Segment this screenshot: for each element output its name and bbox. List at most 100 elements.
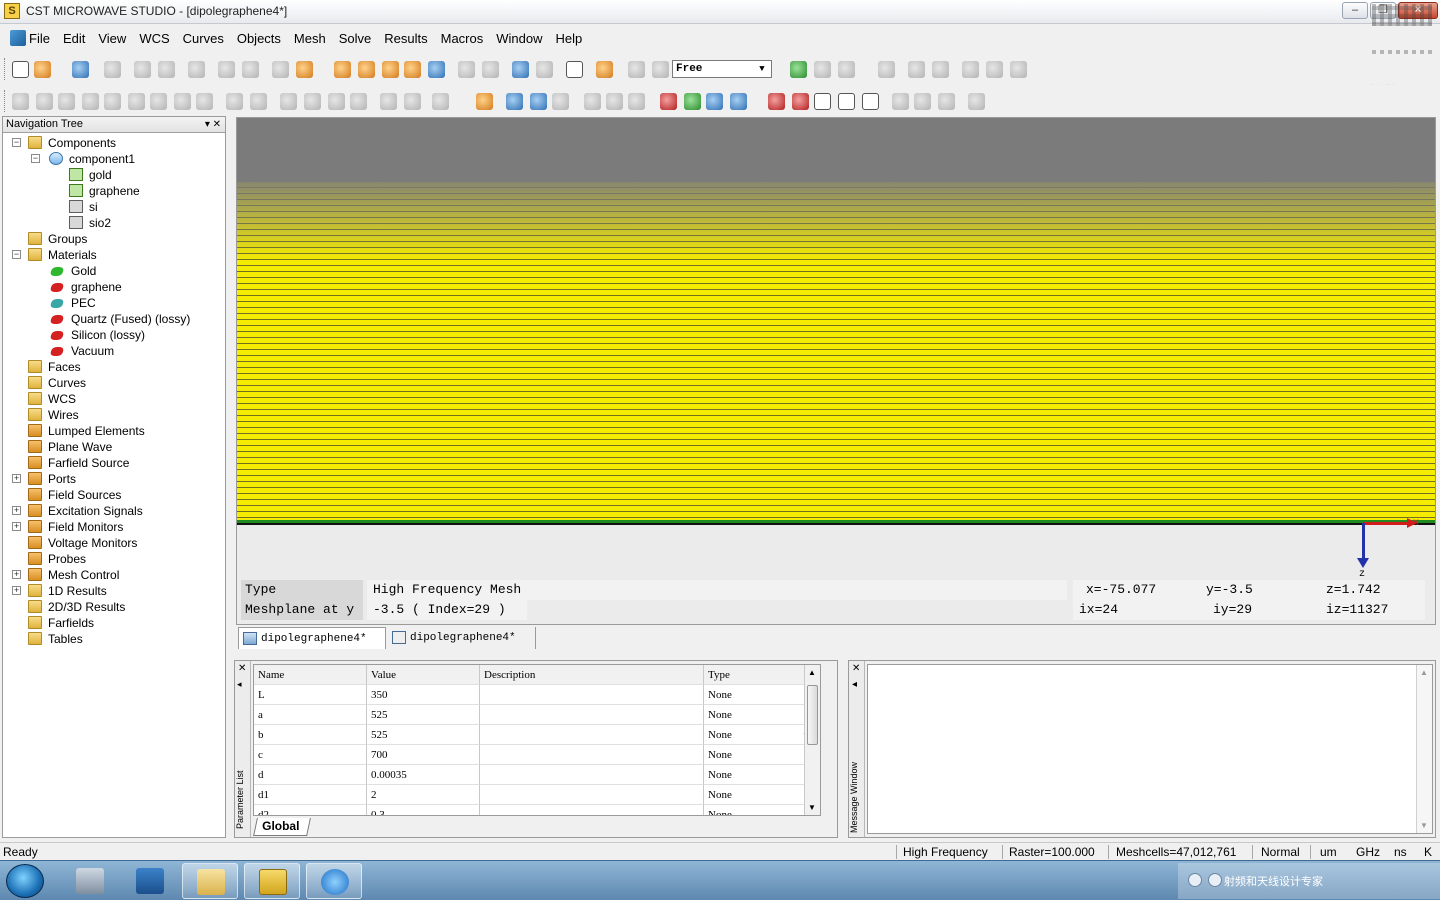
tree-item-mesh-control[interactable]: + Mesh Control [3, 567, 223, 583]
message-output[interactable]: ▲ ▼ [867, 664, 1433, 834]
macro-icon[interactable] [272, 61, 289, 78]
column-header[interactable]: Value [367, 665, 480, 685]
mesh-generate-icon[interactable] [838, 61, 855, 78]
probe-icon[interactable] [584, 93, 601, 110]
table-cell-value[interactable]: 2 [367, 785, 480, 805]
copy-icon[interactable] [188, 61, 205, 78]
menu-mesh[interactable]: Mesh [293, 31, 327, 46]
arrow-alt-icon[interactable] [932, 61, 949, 78]
expand-icon[interactable]: + [12, 570, 21, 579]
menu-edit[interactable]: Edit [62, 31, 86, 46]
tree-item-si[interactable]: si [3, 199, 223, 215]
save-icon[interactable] [72, 61, 89, 78]
open-folder-icon[interactable] [34, 61, 51, 78]
mesh-settings-icon[interactable] [814, 61, 831, 78]
tree-item-field-sources[interactable]: Field Sources [3, 487, 223, 503]
menu-results[interactable]: Results [383, 31, 428, 46]
rectangle-icon[interactable] [862, 93, 879, 110]
rotate-view-icon[interactable] [334, 61, 351, 78]
mode-select[interactable]: Free ▼ [672, 60, 772, 78]
tree-item-plane-wave[interactable]: Plane Wave [3, 439, 223, 455]
tree-item-lumped-elements[interactable]: Lumped Elements [3, 423, 223, 439]
expand-icon[interactable]: + [12, 586, 21, 595]
close-icon[interactable]: ✕ [852, 663, 860, 674]
viewport-3d[interactable]: x z Type High Frequency Mesh Meshplane a… [236, 117, 1436, 625]
excitation-icon[interactable] [628, 93, 645, 110]
boolean-add-icon[interactable] [226, 93, 243, 110]
align-icon[interactable] [380, 93, 397, 110]
menu-view[interactable]: View [97, 31, 127, 46]
grid-icon[interactable] [536, 61, 553, 78]
ruler-icon[interactable] [476, 93, 493, 110]
tree-item-farfields[interactable]: Farfields [3, 615, 223, 631]
table-cell-value[interactable]: 0.3 [367, 805, 480, 815]
document-icon[interactable] [10, 30, 26, 46]
tab-3d-view[interactable]: dipolegraphene4* [238, 627, 386, 649]
taskbar-app-browser[interactable] [306, 863, 362, 899]
close-icon[interactable]: ✕ [238, 663, 246, 674]
tree-item-gold[interactable]: Gold [3, 263, 223, 279]
tree-item-probes[interactable]: Probes [3, 551, 223, 567]
view-options-icon[interactable] [482, 61, 499, 78]
toolbar-grip[interactable] [4, 90, 7, 112]
monitor-icon[interactable] [606, 93, 623, 110]
tree-item-voltage-monitors[interactable]: Voltage Monitors [3, 535, 223, 551]
table-cell-name[interactable]: d1 [254, 785, 367, 805]
port-icon[interactable] [506, 93, 523, 110]
tree-item-wires[interactable]: Wires [3, 407, 223, 423]
tab-schematic[interactable]: dipolegraphene4* [388, 627, 536, 649]
bend-icon[interactable] [196, 93, 213, 110]
zoom-icon[interactable] [404, 61, 421, 78]
menu-help[interactable]: Help [554, 31, 583, 46]
table-cell-desc[interactable] [480, 765, 704, 785]
select-mode-icon[interactable] [512, 61, 529, 78]
history-icon[interactable] [158, 61, 175, 78]
torus-icon[interactable] [104, 93, 121, 110]
tree-item-vacuum[interactable]: Vacuum [3, 343, 223, 359]
undo-icon[interactable] [218, 61, 235, 78]
brick-icon[interactable] [12, 93, 29, 110]
wcs-icon[interactable] [432, 93, 449, 110]
mesh-view-icon[interactable] [790, 61, 807, 78]
print-icon[interactable] [104, 61, 121, 78]
scrollbar-thumb[interactable] [807, 685, 818, 745]
tree-item-pec[interactable]: PEC [3, 295, 223, 311]
scroll-down-icon[interactable]: ▼ [1420, 821, 1428, 830]
toolbar-grip[interactable] [4, 58, 7, 80]
tree-item-gold[interactable]: gold [3, 167, 223, 183]
circle-icon[interactable] [814, 93, 831, 110]
table-cell-desc[interactable] [480, 805, 704, 815]
expand-icon[interactable]: + [12, 522, 21, 531]
arc-icon[interactable] [838, 93, 855, 110]
pin-icon[interactable]: ◂ [852, 679, 857, 690]
collapse-icon[interactable]: − [12, 250, 21, 259]
table-cell-name[interactable]: b [254, 725, 367, 745]
table-cell-value[interactable]: 525 [367, 705, 480, 725]
menu-objects[interactable]: Objects [236, 31, 282, 46]
table-cell-desc[interactable] [480, 725, 704, 745]
chevron-down-icon[interactable]: ▼ [755, 62, 769, 76]
menu-solve[interactable]: Solve [338, 31, 373, 46]
pick-center-icon[interactable] [350, 93, 367, 110]
tree-item-field-monitors[interactable]: + Field Monitors [3, 519, 223, 535]
tree-item-faces[interactable]: Faces [3, 359, 223, 375]
scroll-up-icon[interactable]: ▲ [1420, 668, 1428, 677]
table-cell-desc[interactable] [480, 705, 704, 725]
tree-item-component1[interactable]: − component1 [3, 151, 223, 167]
arrow-icon[interactable] [908, 61, 925, 78]
spline-icon[interactable] [892, 93, 909, 110]
tree-item-1d-results[interactable]: +1D Results [3, 583, 223, 599]
fit-icon[interactable] [986, 61, 1003, 78]
spin-icon[interactable] [358, 61, 375, 78]
boundary-icon[interactable] [552, 93, 569, 110]
taskbar-app-explorer[interactable] [182, 863, 238, 899]
table-cell-desc[interactable] [480, 785, 704, 805]
tree-item-materials[interactable]: − Materials [3, 247, 223, 263]
table-cell-desc[interactable] [480, 685, 704, 705]
analyze-icon[interactable] [968, 93, 985, 110]
expand-icon[interactable] [962, 61, 979, 78]
taskbar-app-cst[interactable] [244, 863, 300, 899]
help-icon[interactable] [1208, 873, 1222, 887]
expand-icon[interactable]: + [12, 474, 21, 483]
tree-item-excitation-signals[interactable]: + Excitation Signals [3, 503, 223, 519]
